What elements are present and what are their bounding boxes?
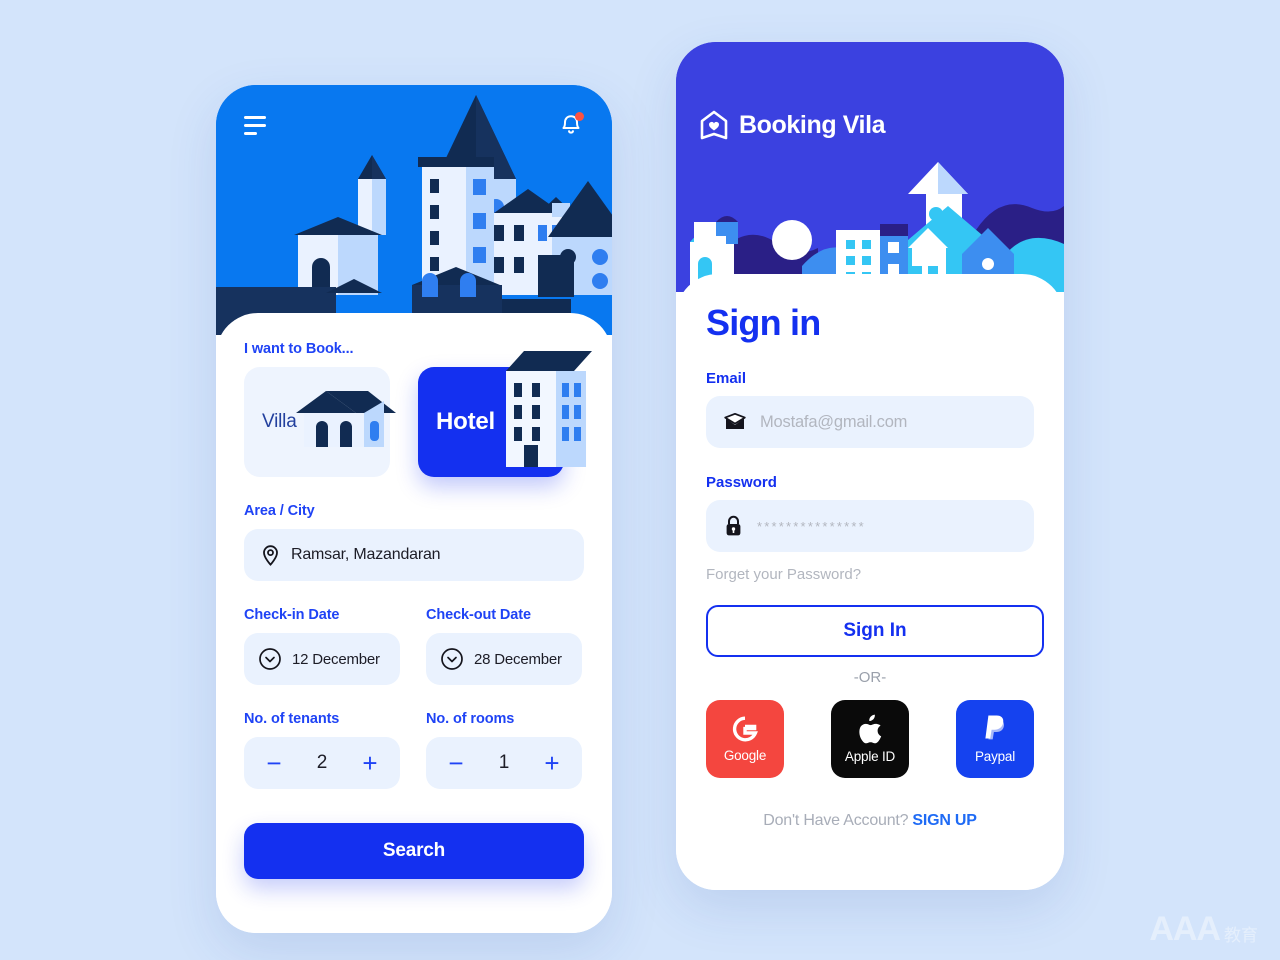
rooms-label: No. of rooms bbox=[426, 711, 515, 727]
tenants-increment-button[interactable]: + bbox=[360, 750, 380, 776]
password-masked-value: *************** bbox=[757, 518, 866, 534]
villa-option-label: Villa bbox=[262, 411, 297, 432]
checkout-field: Check-out Date 28 December bbox=[426, 607, 582, 685]
password-field: Password *************** Forget your Pas… bbox=[706, 474, 1034, 583]
social-login-row: Google Apple ID Paypal bbox=[706, 700, 1034, 778]
tenants-label: No. of tenants bbox=[244, 711, 340, 727]
city-skyline-illustration bbox=[676, 42, 1064, 292]
tenants-value: 2 bbox=[316, 752, 328, 773]
brand-logo: Booking Vila bbox=[700, 110, 886, 140]
hotel-option-label: Hotel bbox=[436, 408, 496, 435]
password-label: Password bbox=[706, 474, 777, 491]
forgot-password-link[interactable]: Forget your Password? bbox=[706, 566, 1034, 583]
area-city-section: Area / City Ramsar, Mazandaran bbox=[244, 503, 584, 581]
checkin-value: 12 December bbox=[292, 650, 380, 668]
signin-hero bbox=[676, 42, 1064, 292]
chevron-down-circle-icon bbox=[441, 648, 463, 670]
email-label: Email bbox=[706, 370, 747, 387]
area-city-input[interactable]: Ramsar, Mazandaran bbox=[244, 529, 584, 581]
dates-section: Check-in Date 12 December Check-out Date bbox=[244, 607, 584, 685]
rooms-value: 1 bbox=[498, 752, 510, 773]
search-button[interactable]: Search bbox=[244, 823, 584, 879]
password-input[interactable]: *************** bbox=[706, 500, 1034, 552]
signup-prompt-row: Don't Have Account? SIGN UP bbox=[706, 812, 1034, 830]
book-type-option-hotel[interactable]: Hotel bbox=[418, 351, 592, 477]
paypal-signin-button[interactable]: Paypal bbox=[956, 700, 1034, 778]
page-title: Sign in bbox=[706, 302, 821, 343]
screenshot-canvas: I want to Book... Villa Hotel Area / Cit… bbox=[0, 0, 1280, 960]
tenants-decrement-button[interactable]: − bbox=[264, 750, 284, 776]
house-heart-logo-icon bbox=[700, 110, 728, 140]
book-type-option-villa[interactable]: Villa bbox=[244, 367, 396, 477]
paypal-label: Paypal bbox=[974, 749, 1016, 764]
apple-icon bbox=[859, 714, 882, 744]
area-city-label: Area / City bbox=[244, 503, 315, 519]
rooms-decrement-button[interactable]: − bbox=[446, 750, 466, 776]
location-pin-icon bbox=[263, 544, 278, 566]
booking-screen-phone: I want to Book... Villa Hotel Area / Cit… bbox=[216, 85, 612, 933]
watermark-secondary: 教育 bbox=[1224, 925, 1258, 946]
hotel-building-icon bbox=[506, 351, 592, 467]
paypal-icon bbox=[985, 715, 1005, 740]
rooms-field: No. of rooms − 1 + bbox=[426, 711, 582, 789]
email-placeholder: Mostafa@gmail.com bbox=[760, 412, 908, 431]
villa-house-icon bbox=[296, 391, 396, 447]
watermark-primary: AAA bbox=[1149, 910, 1221, 948]
signin-button[interactable]: Sign In bbox=[706, 605, 1044, 657]
google-label: Google bbox=[723, 748, 767, 763]
lock-icon bbox=[726, 515, 741, 536]
checkout-value: 28 December bbox=[474, 650, 562, 668]
checkin-field: Check-in Date 12 December bbox=[244, 607, 400, 685]
checkin-input[interactable]: 12 December bbox=[244, 633, 400, 685]
notification-badge-dot bbox=[575, 112, 584, 121]
hamburger-icon[interactable] bbox=[244, 115, 266, 135]
booking-form-sheet: I want to Book... Villa Hotel Area / Cit… bbox=[216, 313, 612, 933]
signin-form-sheet: Sign in Email Mostafa@gmail.com Password bbox=[676, 274, 1064, 890]
google-g-icon bbox=[732, 716, 758, 742]
brand-name: Booking Vila bbox=[739, 110, 886, 139]
rooms-increment-button[interactable]: + bbox=[542, 750, 562, 776]
signup-link[interactable]: SIGN UP bbox=[912, 812, 977, 829]
chevron-down-circle-icon bbox=[259, 648, 281, 670]
signup-prompt-text: Don't Have Account? bbox=[763, 812, 909, 829]
checkout-input[interactable]: 28 December bbox=[426, 633, 582, 685]
booking-topbar bbox=[216, 85, 612, 165]
email-field: Email Mostafa@gmail.com bbox=[706, 370, 1034, 448]
counters-section: No. of tenants − 2 + No. of rooms − 1 + bbox=[244, 711, 584, 789]
apple-label: Apple ID bbox=[844, 749, 896, 764]
tenants-field: No. of tenants − 2 + bbox=[244, 711, 400, 789]
book-type-options: Villa Hotel bbox=[244, 351, 592, 477]
or-divider: -OR- bbox=[853, 669, 887, 686]
bell-icon[interactable] bbox=[558, 112, 584, 138]
area-city-value: Ramsar, Mazandaran bbox=[291, 546, 441, 563]
checkin-label: Check-in Date bbox=[244, 607, 340, 623]
signin-screen-phone: Booking Vila Sign in Email Mostafa@gmail… bbox=[676, 42, 1064, 890]
email-input[interactable]: Mostafa@gmail.com bbox=[706, 396, 1034, 448]
google-signin-button[interactable]: Google bbox=[706, 700, 784, 778]
watermark: AAA 教育 bbox=[1149, 912, 1258, 946]
apple-signin-button[interactable]: Apple ID bbox=[831, 700, 909, 778]
checkout-label: Check-out Date bbox=[426, 607, 531, 623]
envelope-icon bbox=[724, 413, 746, 429]
rooms-stepper: − 1 + bbox=[426, 737, 582, 789]
tenants-stepper: − 2 + bbox=[244, 737, 400, 789]
